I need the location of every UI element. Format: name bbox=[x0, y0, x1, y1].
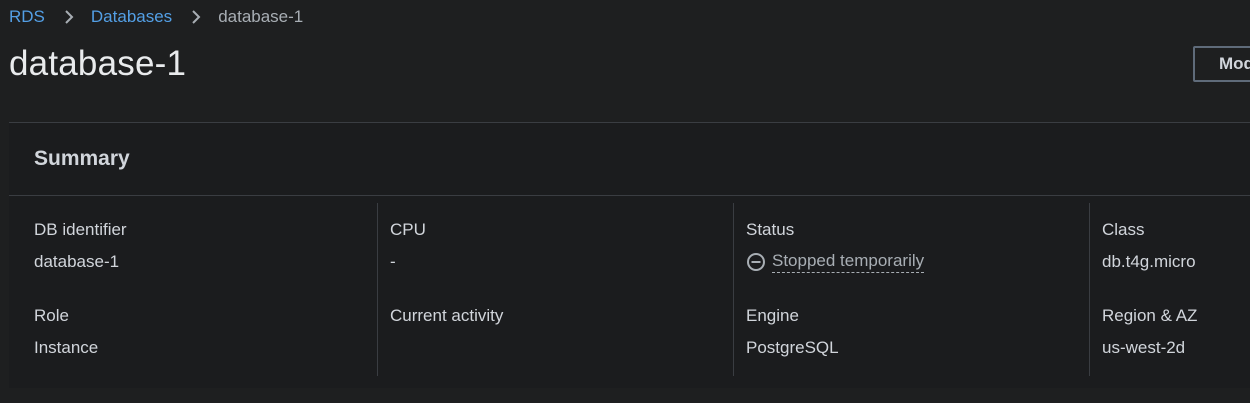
status-value[interactable]: Stopped temporarily bbox=[746, 251, 925, 273]
summary-grid: DB identifier database-1 Role Instance C… bbox=[9, 203, 1250, 376]
status-label: Status bbox=[746, 220, 795, 239]
summary-column-1: DB identifier database-1 Role Instance bbox=[9, 203, 377, 376]
cpu-value: - bbox=[390, 252, 396, 271]
db-identifier-value: database-1 bbox=[34, 252, 120, 271]
engine-label: Engine bbox=[746, 306, 799, 325]
region-az-value: us-west-2d bbox=[1102, 338, 1186, 357]
stopped-status-icon bbox=[746, 252, 766, 272]
class-label: Class bbox=[1102, 220, 1145, 239]
role-label: Role bbox=[34, 306, 69, 325]
status-text: Stopped temporarily bbox=[772, 251, 925, 273]
breadcrumb-current: database-1 bbox=[218, 7, 304, 26]
engine-value: PostgreSQL bbox=[746, 338, 839, 357]
class-value: db.t4g.micro bbox=[1102, 252, 1196, 271]
summary-header: Summary bbox=[9, 123, 1250, 196]
summary-title: Summary bbox=[34, 147, 130, 170]
summary-column-3: Status Stopped temporarily Engine Postgr… bbox=[733, 203, 1090, 376]
db-identifier-label: DB identifier bbox=[34, 220, 127, 239]
summary-column-2: CPU - Current activity bbox=[377, 203, 734, 376]
modify-button[interactable]: Modify bbox=[1193, 46, 1250, 82]
breadcrumb-databases-link[interactable]: Databases bbox=[91, 7, 172, 27]
role-value: Instance bbox=[34, 338, 99, 357]
summary-column-4: Class db.t4g.micro Region & AZ us-west-2… bbox=[1089, 203, 1250, 376]
chevron-right-icon bbox=[186, 6, 206, 28]
chevron-right-icon bbox=[59, 6, 79, 28]
region-az-label: Region & AZ bbox=[1102, 306, 1198, 325]
current-activity-label: Current activity bbox=[390, 306, 504, 325]
summary-panel: Summary DB identifier database-1 Role In… bbox=[9, 122, 1250, 388]
page-title: database-1 bbox=[9, 44, 187, 83]
breadcrumb: RDS Databases database-1 bbox=[9, 6, 303, 28]
cpu-label: CPU bbox=[390, 220, 426, 239]
breadcrumb-rds-link[interactable]: RDS bbox=[9, 7, 45, 27]
